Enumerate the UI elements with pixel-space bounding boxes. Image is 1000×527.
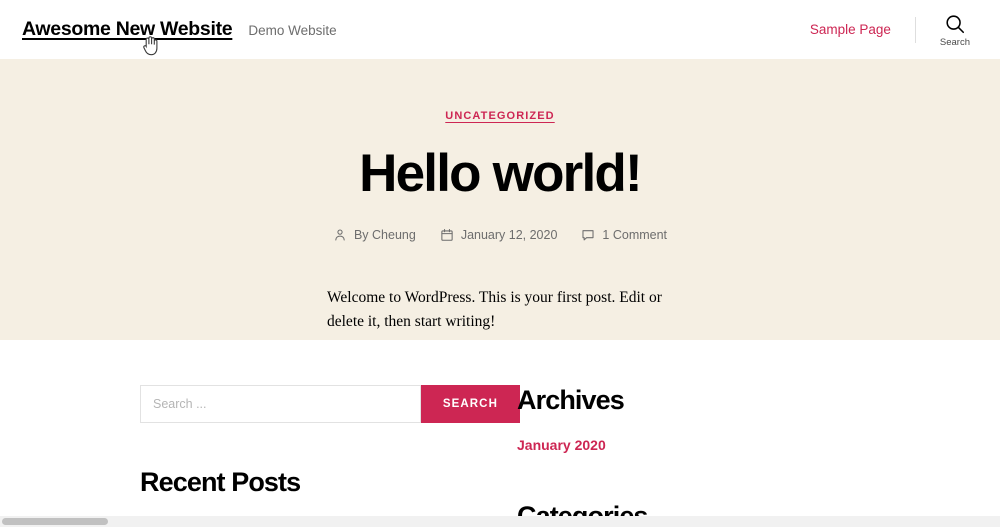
- horizontal-scrollbar-thumb[interactable]: [2, 518, 108, 525]
- post-excerpt: Welcome to WordPress. This is your first…: [327, 288, 662, 330]
- widget-title-archives: Archives: [517, 385, 625, 415]
- horizontal-scrollbar[interactable]: [0, 516, 1000, 527]
- post-category-line: UNCATEGORIZED: [0, 106, 1000, 124]
- site-tagline: Demo Website: [248, 23, 337, 38]
- post-meta-date: January 12, 2020: [440, 227, 558, 242]
- post-hero-section: UNCATEGORIZED Hello world! By Cheung Jan…: [0, 59, 1000, 340]
- post-meta: By Cheung January 12, 2020 1 Comment: [0, 228, 1000, 242]
- search-input[interactable]: [140, 385, 421, 423]
- site-title-link[interactable]: Awesome New Website: [22, 18, 233, 41]
- post-meta-author: By Cheung: [333, 228, 416, 242]
- person-icon: [333, 228, 347, 242]
- post-meta-comments: 1 Comment: [581, 228, 667, 242]
- search-toggle-button[interactable]: Search: [940, 11, 970, 48]
- header-navigation: Sample Page Search: [810, 11, 970, 48]
- post-title: Hello world!: [359, 144, 642, 203]
- calendar-icon: [440, 228, 454, 242]
- comment-bubble-icon: [581, 228, 595, 242]
- archive-link-january-2020[interactable]: January 2020: [517, 437, 606, 453]
- widget-column-left: SEARCH Recent Posts Hello world!: [140, 385, 520, 527]
- widget-area: SEARCH Recent Posts Hello world! Archive…: [0, 340, 1000, 527]
- post-category-link[interactable]: UNCATEGORIZED: [445, 110, 554, 122]
- search-icon: [944, 13, 966, 35]
- widget-column-right: Archives January 2020 Categories: [517, 385, 897, 527]
- branding: Awesome New Website Demo Website: [22, 18, 337, 41]
- list-item: January 2020: [517, 437, 897, 455]
- site-header: Awesome New Website Demo Website Sample …: [0, 0, 1000, 59]
- widget-title-recent-posts: Recent Posts: [140, 467, 301, 497]
- post-comment-count: 1 Comment: [602, 227, 668, 242]
- search-submit-button[interactable]: SEARCH: [420, 385, 520, 423]
- archives-list: January 2020: [517, 437, 897, 455]
- search-toggle-label: Search: [939, 37, 970, 48]
- widget-spacer: [517, 469, 897, 501]
- post-date: January 12, 2020: [460, 227, 558, 242]
- search-widget-form: SEARCH: [140, 385, 520, 423]
- nav-divider: [914, 16, 916, 43]
- nav-item-sample-page[interactable]: Sample Page: [810, 22, 915, 37]
- post-author-name: By Cheung: [353, 227, 416, 242]
